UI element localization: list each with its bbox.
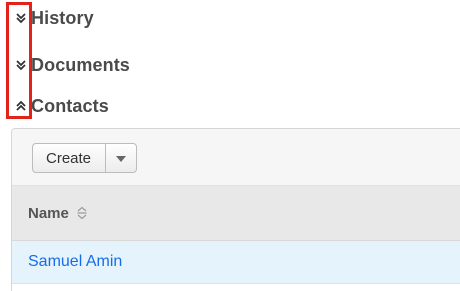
chevron-double-up-icon[interactable]	[12, 97, 30, 115]
panel-header-documents[interactable]: Documents	[12, 52, 130, 78]
table-row[interactable]: Samuel Amin	[12, 241, 460, 284]
panel-header-contacts[interactable]: Contacts	[12, 93, 109, 119]
contact-name-link[interactable]: Samuel Amin	[28, 241, 122, 283]
table-header: Name	[12, 186, 460, 241]
column-header-name[interactable]: Name	[28, 186, 88, 240]
chevron-double-down-icon[interactable]	[12, 9, 30, 27]
panel-header-history[interactable]: History	[12, 5, 94, 31]
contacts-subpanel: Create Name Samuel Amin	[11, 128, 460, 291]
create-button[interactable]: Create	[33, 144, 107, 172]
sort-icon[interactable]	[76, 206, 88, 220]
create-button-group: Create	[32, 143, 138, 173]
chevron-double-down-icon[interactable]	[12, 56, 30, 74]
subpanel-toolbar: Create	[12, 129, 460, 186]
actions-dropdown-button[interactable]	[106, 144, 136, 172]
panel-title-history[interactable]: History	[31, 8, 94, 29]
panel-title-documents[interactable]: Documents	[31, 55, 130, 76]
panel-title-contacts[interactable]: Contacts	[31, 96, 109, 117]
column-header-label: Name	[28, 204, 69, 222]
caret-down-icon	[116, 149, 127, 167]
